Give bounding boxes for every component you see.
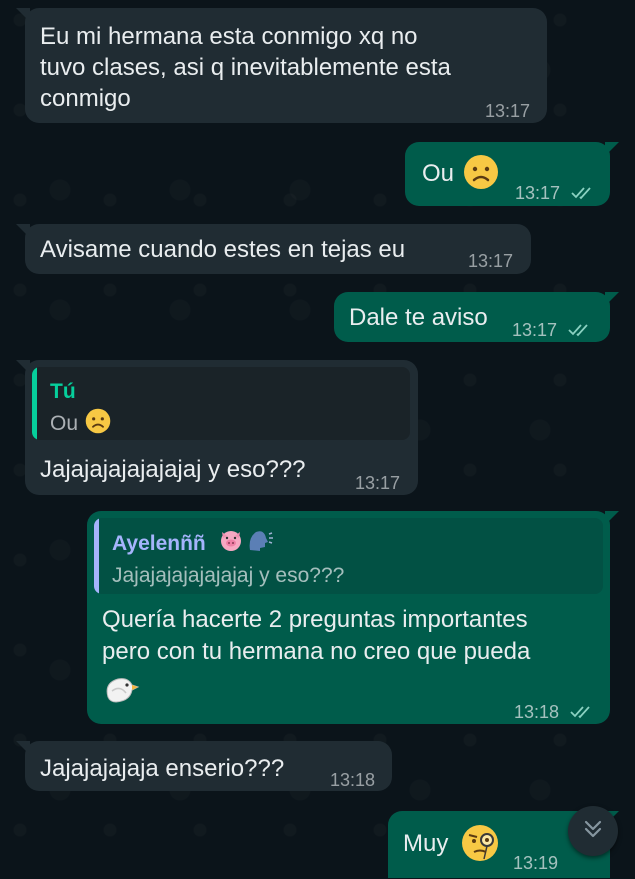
quote-text: Jajajajajajajajaj y eso???	[112, 564, 345, 587]
quote-author: Ayelenññ	[112, 532, 206, 555]
message-incoming[interactable]: Eu mi hermana esta conmigo xq no tuvo cl…	[16, 8, 547, 123]
face-with-monocle-icon	[460, 823, 500, 871]
double-chevron-down-icon	[581, 817, 605, 846]
message-text: Muy	[403, 830, 449, 857]
message-text: Dale te aviso	[349, 304, 488, 331]
message-text: Ou	[422, 160, 455, 187]
message-time: 13:17	[468, 251, 514, 271]
message-time: 13:17	[515, 178, 595, 210]
message-text-line: pero con tu hermana no creo que pueda	[102, 638, 531, 665]
message-incoming[interactable]: Avisame cuando estes en tejas eu 13:17	[16, 224, 531, 274]
message-outgoing[interactable]: Dale te aviso 13:17	[334, 292, 619, 342]
speaking-head-icon	[246, 528, 274, 560]
message-time-text: 13:18	[514, 702, 560, 722]
message-text-line: conmigo	[40, 85, 131, 112]
message-text: Avisame cuando estes en tejas eu	[40, 236, 406, 263]
message-time: 13:17	[355, 473, 401, 493]
message-time-text: 13:19	[513, 853, 559, 873]
disappointed-face-icon	[85, 408, 111, 440]
message-time: 13:18	[330, 770, 376, 790]
double-check-icon	[571, 179, 595, 210]
message-time: 13:17	[512, 315, 592, 347]
quote-text: Ou	[50, 412, 79, 435]
message-time-text: 13:17	[515, 183, 561, 203]
message-outgoing-reply[interactable]: Ayelenññ Jajajajajajajajaj y eso??? Quer…	[87, 511, 619, 724]
dove-icon	[102, 671, 140, 715]
double-check-icon	[568, 316, 592, 347]
message-time: 13:18	[514, 697, 594, 729]
message-incoming-reply[interactable]: Tú Ou Jajajajajajajajaj y eso??? 13:17	[16, 360, 418, 495]
message-text: Jajajajajaja enserio???	[40, 755, 285, 782]
scroll-to-bottom-button[interactable]	[568, 806, 618, 856]
quoted-message[interactable]: Ayelenññ Jajajajajajajajaj y eso???	[94, 518, 603, 594]
quote-bar	[94, 518, 99, 594]
message-text: Jajajajajajajajaj y eso???	[40, 456, 306, 483]
disappointed-face-icon	[463, 154, 499, 198]
message-incoming[interactable]: Jajajajajaja enserio??? 13:18	[16, 741, 392, 791]
message-time: 13:19	[513, 848, 558, 879]
message-time-text: 13:17	[512, 320, 558, 340]
pig-face-icon	[218, 528, 244, 560]
double-check-icon	[570, 698, 594, 729]
message-outgoing[interactable]: Ou 13:17	[405, 142, 619, 206]
message-time: 13:17	[485, 101, 531, 121]
quote-author: Tú	[50, 380, 76, 403]
message-text-line: Eu mi hermana esta conmigo xq no	[40, 23, 418, 50]
quoted-message[interactable]: Tú Ou	[32, 367, 410, 440]
message-text-line: tuvo clases, asi q inevitablemente esta	[40, 54, 451, 81]
quote-bar	[32, 367, 37, 440]
message-text-line: Quería hacerte 2 preguntas importantes	[102, 606, 528, 633]
